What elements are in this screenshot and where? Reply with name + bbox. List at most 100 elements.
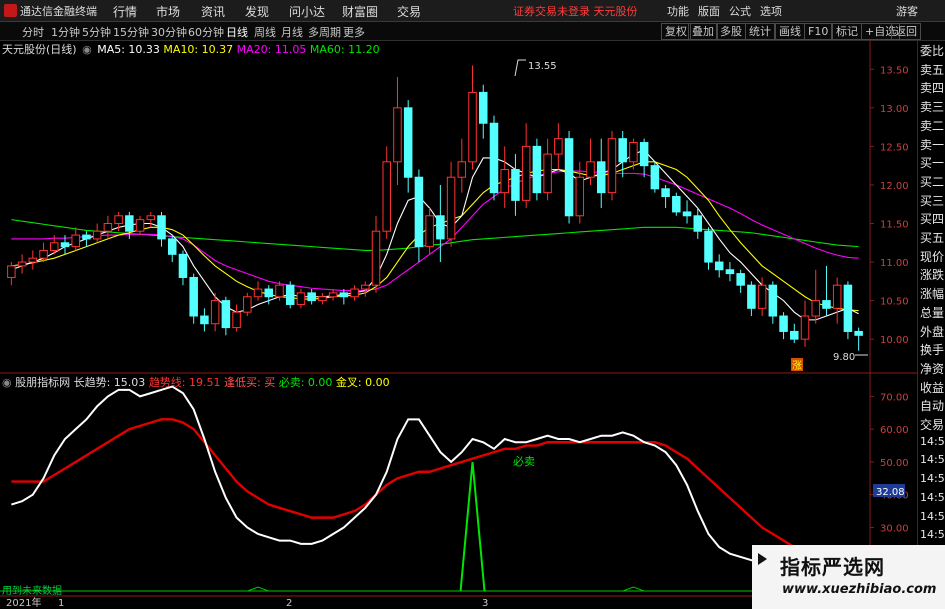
quote-label-0: 委比: [920, 44, 945, 58]
candle-body-16: [178, 253, 188, 278]
candle-body-65: [704, 230, 713, 263]
quote-label-7: 买二: [920, 174, 945, 189]
quote-label-17: 净资: [920, 361, 945, 376]
indicator-lines: [0, 385, 860, 592]
menu-faxian[interactable]: 发现: [245, 3, 269, 20]
period-15min[interactable]: 15分钟: [113, 24, 149, 40]
quote-label-22: 14:56: [920, 453, 945, 467]
candle-body-48: [521, 145, 531, 201]
btn-back[interactable]: 返回: [891, 23, 921, 40]
menu-shichang[interactable]: 市场: [156, 3, 180, 20]
ma10-line: [11, 161, 859, 312]
menu-caifuquan[interactable]: 财富圈: [342, 3, 378, 20]
candle-body-54: [586, 161, 595, 178]
quote-label-23: 14:56: [920, 472, 945, 486]
candle-body-29: [318, 296, 327, 302]
period-weekly[interactable]: 周线: [254, 24, 276, 40]
quote-label-16: 换手: [920, 343, 945, 358]
limit-badge: 涨: [792, 360, 802, 372]
candle-body-4: [50, 242, 59, 251]
date-label-mar: 3: [482, 598, 488, 609]
ind-current-value: 32.08: [876, 487, 905, 498]
quote-label-3: 卖三: [920, 100, 945, 115]
candle-body-28: [307, 292, 316, 302]
candle-body-75: [811, 300, 820, 317]
watermark-url: www.xuezhibiao.com: [782, 582, 937, 597]
price-axis-label-0: 13.50: [880, 65, 909, 76]
candle-body-17: [189, 276, 198, 317]
btn-f10[interactable]: F10: [804, 23, 833, 40]
period-monthly[interactable]: 月线: [281, 24, 303, 40]
btn-fuquan[interactable]: 复权: [661, 23, 691, 40]
candle-body-35: [382, 161, 391, 232]
candle-body-46: [500, 169, 509, 194]
candle-body-71: [768, 284, 778, 317]
btn-tongji[interactable]: 统计: [745, 23, 775, 40]
date-label-jan: 1: [58, 598, 64, 609]
btn-duogu[interactable]: 多股: [716, 23, 746, 40]
candle-body-56: [607, 138, 617, 194]
quote-label-13: 涨幅: [920, 287, 945, 302]
period-daily[interactable]: 日线: [226, 24, 248, 40]
baseline-bump-2: [622, 586, 645, 592]
menu-zixun[interactable]: 资讯: [201, 3, 225, 20]
candle-body-32: [350, 288, 359, 298]
candle-body-76: [822, 300, 831, 309]
period-more[interactable]: 更多: [343, 24, 365, 40]
candle-body-12: [135, 219, 145, 232]
period-5min[interactable]: 5分钟: [82, 24, 111, 40]
candle-body-8: [92, 230, 102, 240]
menu-wenxiaoda[interactable]: 问小达: [289, 3, 325, 20]
candle-body-33: [361, 284, 370, 290]
user-guest[interactable]: 游客: [896, 3, 918, 19]
price-axis-label-5: 11.00: [880, 258, 909, 269]
login-notice[interactable]: 证券交易未登录 天元股份: [513, 3, 638, 19]
menu-gongneng[interactable]: 功能: [667, 3, 689, 19]
candle-body-21: [232, 311, 241, 329]
candle-body-77: [832, 284, 842, 309]
period-30min[interactable]: 30分钟: [151, 24, 187, 40]
candle-body-5: [60, 242, 70, 248]
menu-jiaoyi[interactable]: 交易: [397, 3, 421, 20]
price-axis-label-2: 12.50: [880, 142, 909, 153]
trend-line-red: [11, 418, 859, 564]
candle-body-6: [71, 234, 80, 248]
quote-label-1: 卖五: [920, 62, 945, 77]
annotation-sell-signal: 必卖: [513, 455, 535, 468]
btn-huaxian[interactable]: 画线: [775, 23, 805, 40]
period-1min[interactable]: 1分钟: [51, 24, 80, 40]
candle-body-67: [725, 269, 735, 275]
btn-diejia[interactable]: 叠加: [688, 23, 718, 40]
ind-axis-label-1: 60.00: [880, 425, 909, 436]
candle-body-78: [843, 284, 853, 332]
menu-banmian[interactable]: 版面: [698, 3, 720, 19]
menu-xuanxiang[interactable]: 选项: [760, 3, 782, 19]
app-title: 通达信金融终端: [20, 5, 97, 18]
candle-body-49: [532, 145, 542, 194]
quote-label-2: 卖四: [920, 81, 945, 96]
quote-label-8: 买三: [920, 193, 945, 208]
candle-body-45: [489, 122, 499, 194]
candle-body-44: [479, 91, 488, 124]
period-bar: 分时 1分钟 5分钟 15分钟 30分钟 60分钟 日线 周线 月线 多周期 更…: [0, 22, 945, 41]
period-fenshi[interactable]: 分时: [22, 24, 44, 40]
candle-body-43: [468, 91, 477, 163]
candle-body-60: [650, 165, 660, 190]
quote-label-20: 交易: [920, 418, 945, 432]
candle-body-61: [661, 188, 670, 198]
price-axis-label-6: 10.50: [880, 297, 909, 308]
candle-body-72: [779, 315, 788, 332]
candle-body-64: [693, 215, 703, 232]
candle-body-31: [339, 292, 349, 298]
candle-body-2: [28, 257, 38, 263]
candle-body-59: [639, 142, 649, 167]
menu-hangqing[interactable]: 行情: [113, 3, 137, 20]
period-multi[interactable]: 多周期: [308, 24, 341, 40]
candle-body-57: [618, 138, 627, 163]
candle-body-0: [7, 265, 16, 278]
kline-chart[interactable]: 13.50 13.00 12.50 12.00 11.50 11.00 10.50 10.00…: [0, 40, 917, 609]
btn-biaoji[interactable]: 标记: [832, 23, 862, 40]
period-60min[interactable]: 60分钟: [188, 24, 224, 40]
menu-gongshi[interactable]: 公式: [729, 3, 751, 19]
candle-body-70: [757, 284, 767, 309]
